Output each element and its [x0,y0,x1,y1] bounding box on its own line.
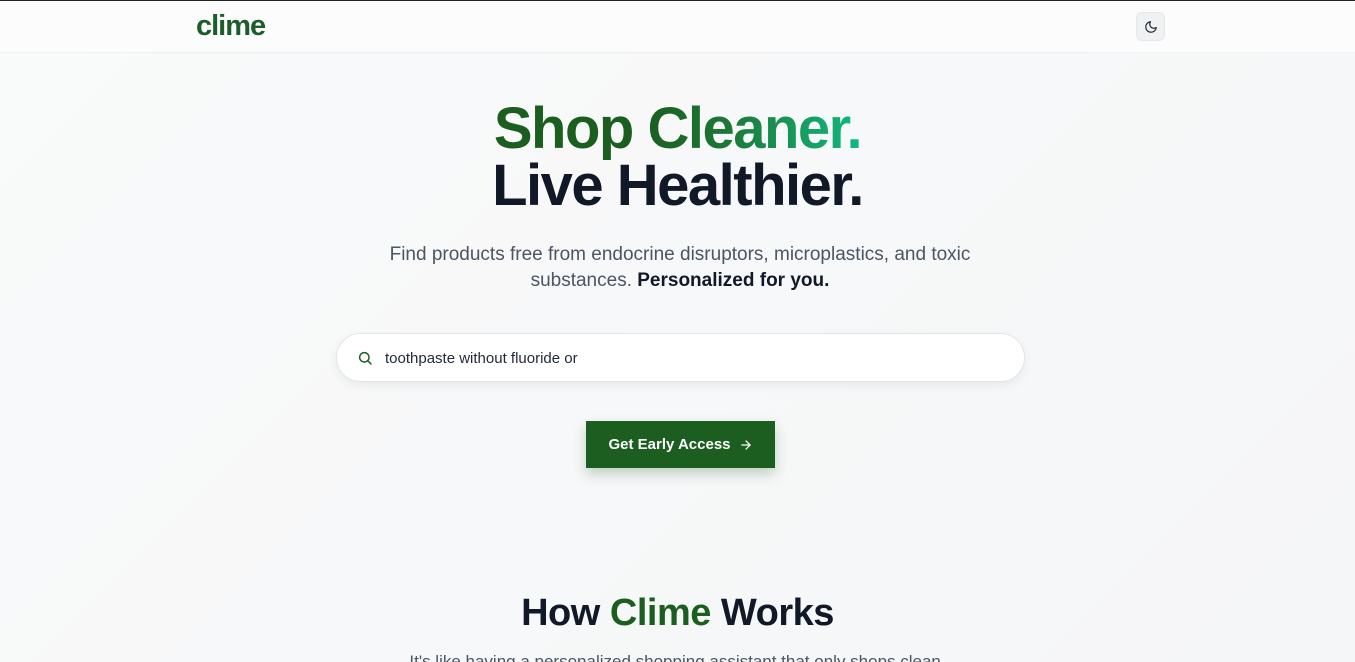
moon-icon [1144,20,1157,33]
search-bar[interactable] [336,333,1025,382]
get-early-access-label: Get Early Access [608,436,731,453]
how-title-brand: Clime [609,592,711,634]
hero-subtitle-bold: Personalized for you. [637,270,830,291]
hero-title-shop: Shop [493,96,648,161]
hero-title-cleaner: Cleaner. [647,96,862,161]
search-icon [358,351,372,365]
hero-title-line2: Live Healthier. [492,153,864,218]
search-input[interactable] [385,346,1005,370]
how-title-post: Works [710,592,834,634]
hero-title: Shop Cleaner. Live Healthier. [0,100,1355,218]
hero-subtitle: Find products free from endocrine disrup… [377,242,983,294]
logo[interactable]: clime [196,10,266,43]
theme-toggle-button[interactable] [1136,12,1165,41]
how-title-pre: How [521,592,610,634]
how-it-works-title: How Clime Works [0,592,1355,635]
site-header: clime [0,1,1355,53]
how-it-works-subtitle: It's like having a personalized shopping… [409,652,946,662]
get-early-access-button[interactable]: Get Early Access [586,421,775,468]
arrow-right-icon [740,439,751,450]
hero-title-line1: Shop Cleaner. [0,100,1355,158]
